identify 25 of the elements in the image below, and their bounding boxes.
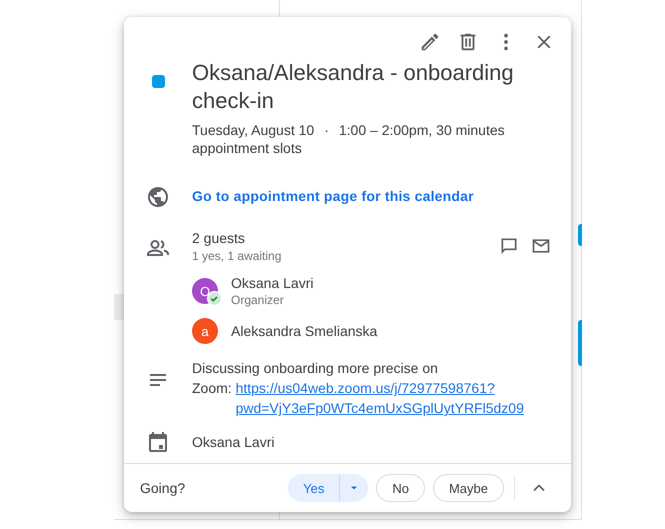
- guest-count: 2 guests: [192, 229, 246, 248]
- event-title: Oksana/Aleksandra - onboarding check-in: [192, 59, 515, 115]
- zoom-link[interactable]: https://us04web.zoom.us/j/72977598761?pwd=VjY3eFp0WTc4emUxSGplUytYRFl5dz09: [236, 378, 530, 418]
- calendar-event[interactable]: [578, 224, 582, 246]
- appointment-page-link[interactable]: Go to appointment page for this calendar: [192, 188, 474, 204]
- avatar: a: [192, 318, 218, 344]
- globe-icon: [146, 185, 170, 209]
- description-text: Discussing onboarding more precise on Zoom: https://us04web.zoom.us/j/72977598761?pwd=VjY3eFp0WTc4emUxSGplUytYRFl5dz09: [192, 358, 537, 418]
- going-label: Going?: [140, 480, 186, 496]
- rsvp-button[interactable]: Yes: [288, 474, 340, 502]
- event-time: 1:00 – 2:00pm, 30 minutes: [338, 122, 505, 138]
- rsvp-button[interactable]: Maybe: [432, 474, 504, 502]
- calendar-name: Oksana Lavri: [192, 434, 276, 450]
- event-date: Tuesday, August 10: [192, 122, 314, 138]
- calendar-icon: [146, 430, 170, 454]
- guest-name: Oksana Lavri: [231, 274, 314, 292]
- edit-icon[interactable]: [419, 31, 441, 53]
- event-subtitle: appointment slots: [192, 139, 303, 157]
- rsvp-button[interactable]: No: [376, 474, 425, 502]
- separator: ·: [324, 122, 329, 138]
- guest-role: Organizer: [231, 292, 285, 308]
- chat-icon[interactable]: [499, 236, 519, 256]
- event-color-square: [152, 75, 164, 88]
- guest-summary: 1 yes, 1 awaiting: [192, 248, 282, 264]
- guest-name: Aleksandra Smelianska: [231, 322, 378, 340]
